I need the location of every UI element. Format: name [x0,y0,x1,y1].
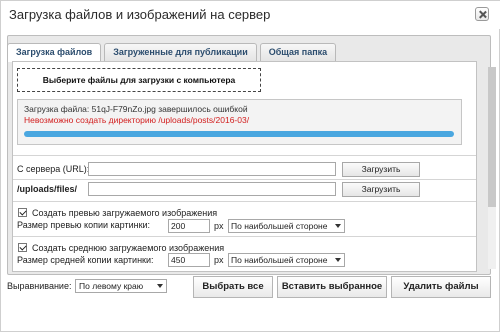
chevron-down-icon [335,224,341,228]
medium-size-unit: px [214,255,224,265]
upload-status-text: Загрузка файла: 51qJ-F79nZo.jpg завершил… [24,104,248,114]
medium-size-label: Размер средней копии картинки: [17,255,154,265]
preview-side-value: По наибольшей стороне [231,221,328,231]
server-url-input[interactable] [88,162,336,176]
content-scrollbar[interactable] [488,67,496,269]
tab-shared-folder[interactable]: Общая папка [259,43,337,61]
path-upload-button[interactable]: Загрузить [342,182,420,197]
preview-size-unit: px [214,221,224,231]
medium-size-input[interactable]: 450 [168,253,210,267]
alignment-select[interactable]: По левому краю [75,279,167,293]
upload-path-label: /uploads/files/ [17,184,78,194]
titlebar: Загрузка файлов и изображений на сервер [1,1,500,29]
medium-side-value: По наибольшей стороне [231,255,328,265]
select-files-button[interactable]: Выберите файлы для загрузки с компьютера [17,68,261,92]
tab-upload-files[interactable]: Загрузка файлов [7,43,102,62]
upload-path-input[interactable] [88,182,336,196]
server-url-label: С сервера (URL): [17,164,90,174]
create-medium-checkbox[interactable] [18,243,27,252]
tab-uploaded-for-publication[interactable]: Загруженные для публикации [104,43,257,61]
preview-size-label: Размер превью копии картинки: [17,220,151,230]
server-upload-button[interactable]: Загрузить [342,162,420,177]
tab-content: Выберите файлы для загрузки с компьютера… [12,61,477,272]
chevron-down-icon [157,284,163,288]
delete-files-button[interactable]: Удалить файлы [391,276,491,298]
divider [13,201,476,202]
select-all-button[interactable]: Выбрать все [193,276,273,298]
scrollbar-thumb[interactable] [488,67,496,207]
preview-size-input[interactable]: 200 [168,219,210,233]
upload-progress-bar [24,131,454,137]
divider [13,155,476,156]
dialog-title: Загрузка файлов и изображений на сервер [9,7,271,22]
upload-dialog: Загрузка файлов и изображений на сервер … [0,0,500,332]
medium-side-select[interactable]: По наибольшей стороне [228,253,345,267]
alignment-value: По левому краю [79,281,144,291]
create-medium-label: Создать среднюю загружаемого изображения [32,243,225,253]
close-icon[interactable] [475,7,489,21]
preview-side-select[interactable]: По наибольшей стороне [228,219,345,233]
create-preview-checkbox[interactable] [18,208,27,217]
alignment-label: Выравнивание: [7,281,72,291]
divider [13,179,476,180]
chevron-down-icon [335,258,341,262]
insert-selected-button[interactable]: Вставить выбранное [277,276,387,298]
create-preview-label: Создать превью загружаемого изображения [32,208,218,218]
divider [13,236,476,237]
tab-bar: Загрузка файлов Загруженные для публикац… [7,43,339,62]
upload-error-text: Невозможно создать директорию /uploads/p… [24,115,250,125]
upload-status-box: Загрузка файла: 51qJ-F79nZo.jpg завершил… [17,99,462,145]
